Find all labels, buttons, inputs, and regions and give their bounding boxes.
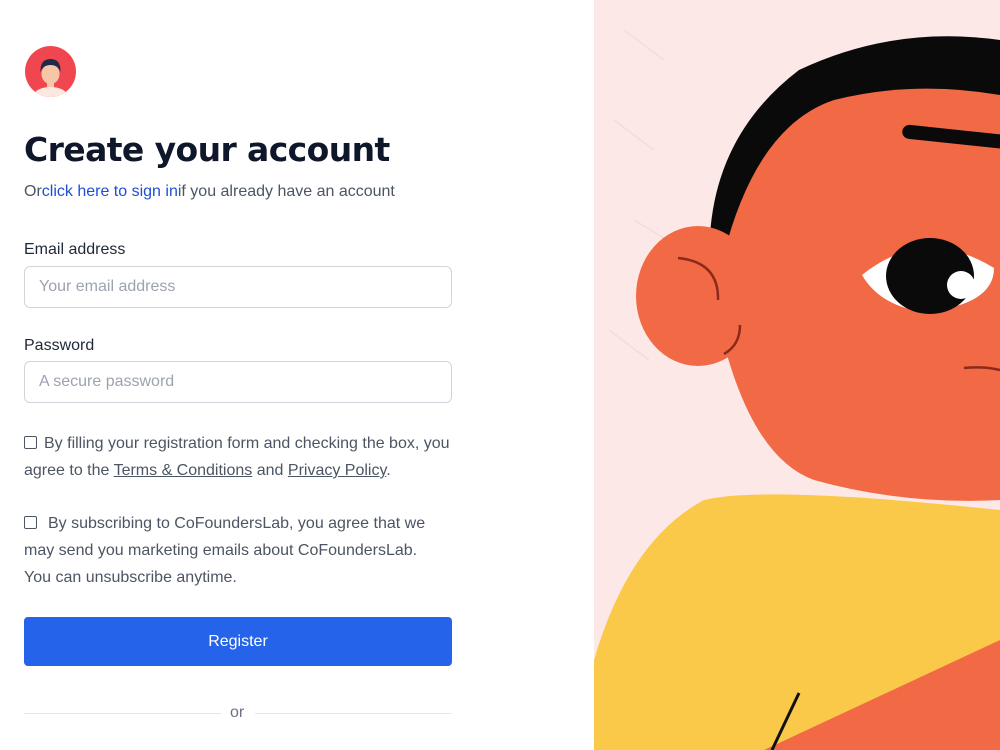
signin-link[interactable]: click here to sign in — [42, 183, 178, 200]
privacy-policy-link[interactable]: Privacy Policy — [288, 462, 386, 479]
divider-right — [255, 713, 452, 714]
email-input[interactable] — [24, 266, 452, 308]
signup-panel: Create your account Orclick here to sign… — [0, 0, 594, 750]
page-title: Create your account — [24, 130, 390, 169]
illustration-svg — [594, 0, 1000, 750]
or-divider-text: or — [230, 704, 245, 721]
password-input[interactable] — [24, 361, 452, 403]
register-button[interactable]: Register — [24, 617, 452, 666]
terms-text: By filling your registration form and ch… — [24, 430, 454, 484]
password-label: Password — [24, 337, 95, 354]
email-label: Email address — [24, 241, 126, 258]
person-illustration — [594, 0, 1000, 750]
marketing-text: By subscribing to CoFoundersLab, you agr… — [24, 515, 426, 586]
terms-conditions-link[interactable]: Terms & Conditions — [114, 462, 253, 479]
signin-prompt: Orclick here to sign inif you already ha… — [24, 183, 395, 201]
avatar-logo-icon — [25, 46, 76, 97]
signin-prompt-prefix: Or — [24, 183, 42, 200]
signin-prompt-suffix: if you already have an account — [177, 183, 395, 200]
terms-period: . — [386, 462, 391, 479]
terms-and-text: and — [256, 462, 284, 479]
divider-left — [24, 713, 221, 714]
